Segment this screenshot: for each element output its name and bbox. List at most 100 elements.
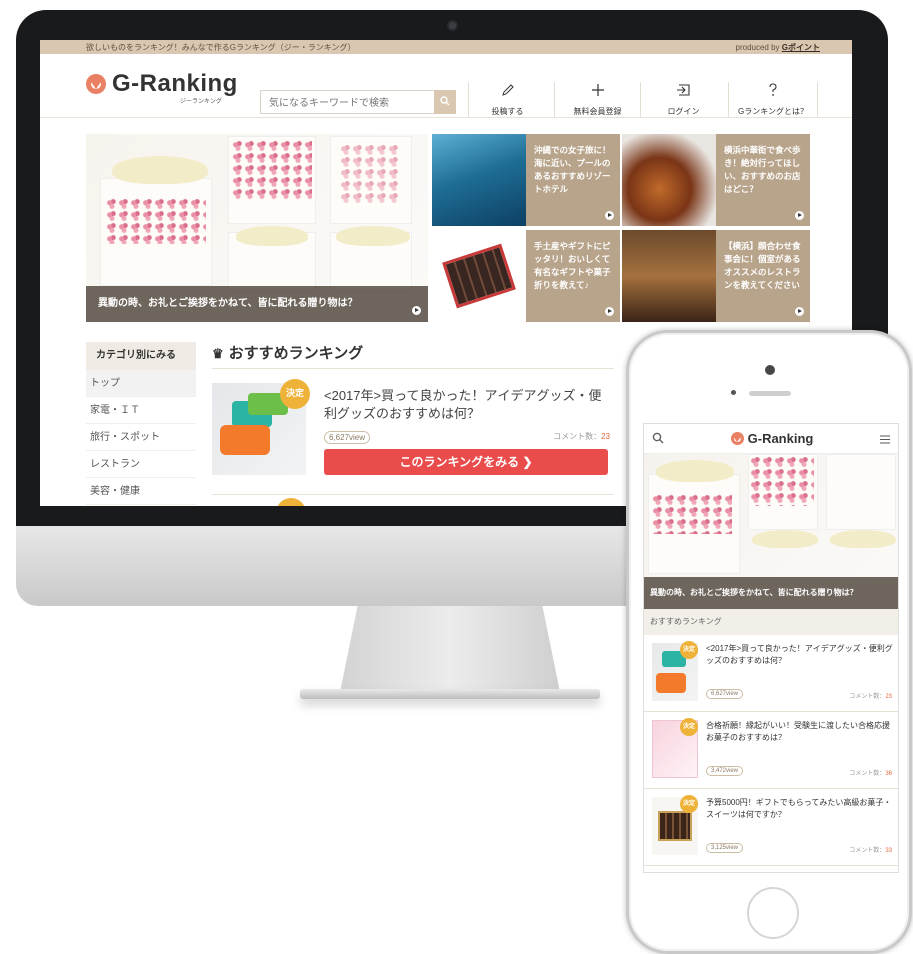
nav-login[interactable]: ログイン xyxy=(640,82,726,117)
comment-label: コメント数： xyxy=(849,694,886,700)
ribbon-decoration xyxy=(336,226,410,246)
produced-by: produced by Gポイント xyxy=(736,42,821,53)
chocolate-box-image xyxy=(442,243,516,309)
monitor-stand-base xyxy=(300,689,600,699)
ribbon-decoration xyxy=(112,156,208,184)
site-logo[interactable]: G-Ranking xyxy=(86,70,238,98)
search-input[interactable] xyxy=(261,92,433,115)
item-title[interactable]: <2017年>買って良かった！アイデアグッズ・便利グッズのおすすめは何？ xyxy=(324,387,614,423)
hero-tile-text: 沖縄での女子旅に！海に近い、プールのあるおすすめリゾートホテル xyxy=(526,134,620,226)
gadget-image xyxy=(220,425,270,455)
category-item-electronics[interactable]: 家電・ＩＴ xyxy=(86,397,196,424)
ribbon-decoration xyxy=(236,226,308,246)
phone-camera xyxy=(765,365,775,375)
mobile-ranking-item[interactable]: 決定 予算5000円！ギフトでもらってみたい高級お菓子・スイーツは何ですか？ 3… xyxy=(644,789,898,866)
nav-register-label: 無料会員登録 xyxy=(573,107,622,116)
logo-mark-icon xyxy=(730,432,744,445)
decided-badge: 決定 xyxy=(680,641,698,659)
ranking-item[interactable]: 決定 <2017年>買って良かった！アイデアグッズ・便利グッズのおすすめは何？ … xyxy=(212,379,614,487)
decided-badge: 決定 xyxy=(280,379,310,409)
site-header: G-Ranking ジーランキング 投稿する 無料会員登録 xyxy=(40,54,852,118)
next-badge xyxy=(276,498,306,506)
nav-post[interactable]: 投稿する xyxy=(468,82,546,117)
mobile-logo-text: G-Ranking xyxy=(747,431,814,446)
blossom-decoration xyxy=(106,198,206,244)
mobile-hero[interactable]: 異動の時、お礼とご挨拶をかねて、皆に配れる贈り物は？ xyxy=(644,454,898,609)
item-title[interactable]: 予算5000円！ギフトでもらってみたい高級お菓子・スイーツは何ですか？ xyxy=(706,797,896,821)
category-item-beauty[interactable]: 美容・健康 xyxy=(86,478,196,505)
blossom-decoration xyxy=(652,494,732,534)
category-heading: カテゴリ別にみる xyxy=(86,342,196,370)
arrow-icon xyxy=(412,306,421,315)
mobile-header: G-Ranking xyxy=(644,424,898,454)
nav-post-label: 投稿する xyxy=(491,107,524,116)
view-count: 6,627view xyxy=(706,689,744,699)
logo-mark-icon xyxy=(86,74,106,94)
category-item-travel[interactable]: 旅行・スポット xyxy=(86,424,196,451)
arrow-icon xyxy=(605,307,614,316)
hero-tile-1[interactable]: 沖縄での女子旅に！海に近い、プールのあるおすすめリゾートホテル xyxy=(432,134,620,226)
blossom-decoration xyxy=(750,456,814,506)
hero-main[interactable]: 異動の時、お礼とご挨拶をかねて、皆に配れる贈り物は？ xyxy=(86,134,428,322)
comment-count: コメント数：36 xyxy=(849,768,892,777)
gift-sweets-image xyxy=(432,230,526,322)
decided-badge: 決定 xyxy=(680,795,698,813)
item-title[interactable]: <2017年>買って良かった！アイデアグッズ・便利グッズのおすすめは何？ xyxy=(706,643,896,667)
blossom-decoration xyxy=(340,144,400,204)
restaurant-room-image xyxy=(622,230,716,322)
mobile-hero-caption: 異動の時、お礼とご挨拶をかねて、皆に配れる贈り物は？ xyxy=(644,577,898,609)
category-sidebar: カテゴリ別にみる トップ 家電・ＩＴ 旅行・スポット レストラン 美容・健康 xyxy=(86,342,196,505)
category-item-restaurant[interactable]: レストラン xyxy=(86,451,196,478)
crown-icon: ♛ xyxy=(212,346,224,361)
ranking-heading: ♛ おすすめランキング xyxy=(212,342,614,369)
mobile-screen: G-Ranking 異動の時、お礼とご挨拶をかねて、皆に配れる贈り物は？ おすす… xyxy=(643,423,899,873)
hero-tile-3[interactable]: 手土産やギフトにピッタリ！おいしくて有名なギフトや菓子折りを教えて♪ xyxy=(432,230,620,322)
comment-count: コメント数：23 xyxy=(553,431,610,442)
phone-sensor xyxy=(731,390,736,395)
comment-count: コメント数：33 xyxy=(849,845,892,854)
nav-about[interactable]: Gランキングとは？ xyxy=(728,82,818,117)
hero-tile-4[interactable]: 【横浜】顔合わせ食事会に！個室があるオススメのレストランを教えてください xyxy=(622,230,810,322)
hero-caption-text: 異動の時、お礼とご挨拶をかねて、皆に配れる贈り物は？ xyxy=(98,298,358,309)
gpoint-link[interactable]: Gポイント xyxy=(782,43,820,52)
comment-label: コメント数： xyxy=(553,432,602,441)
view-ranking-button[interactable]: このランキングをみる ❯ xyxy=(324,449,608,475)
nav-register[interactable]: 無料会員登録 xyxy=(554,82,640,117)
comment-number: 23 xyxy=(885,694,892,700)
hero-tile-text: 【横浜】顔合わせ食事会に！個室があるオススメのレストランを教えてください xyxy=(716,230,810,322)
smartphone: G-Ranking 異動の時、お礼とご挨拶をかねて、皆に配れる贈り物は？ おすす… xyxy=(626,330,912,954)
logo-text: G-Ranking xyxy=(112,70,238,97)
monitor-stand-neck xyxy=(340,606,560,692)
mobile-logo[interactable]: G-Ranking xyxy=(730,431,814,446)
comment-label: コメント数： xyxy=(849,848,886,854)
menu-icon[interactable] xyxy=(879,429,890,448)
question-icon xyxy=(765,82,781,102)
tagline: 欲しいものをランキング！みんなで作るGランキング（ジー・ランキング） xyxy=(86,42,356,52)
recommended-ranking: ♛ おすすめランキング 決定 <2017年>買って良かった！アイデアグッズ・便利グ… xyxy=(212,342,614,487)
view-count: 6,627view xyxy=(324,431,371,444)
nav-login-label: ログイン xyxy=(667,107,700,116)
comment-label: コメント数： xyxy=(849,771,886,777)
top-bar: 欲しいものをランキング！みんなで作るGランキング（ジー・ランキング） produ… xyxy=(40,40,852,54)
mobile-ranking-item[interactable]: 決定 合格祈願！縁起がいい！受験生に渡したい合格応援お菓子のおすすめは？ 3,4… xyxy=(644,712,898,789)
hero-tile-2[interactable]: 横浜中華街で食べ歩き！絶対行ってほしい、おすすめのお店はどこ？ xyxy=(622,134,810,226)
item-title[interactable]: 合格祈願！縁起がいい！受験生に渡したい合格応援お菓子のおすすめは？ xyxy=(706,720,896,744)
home-button[interactable] xyxy=(747,887,799,939)
search-icon[interactable] xyxy=(434,90,456,114)
category-item-top[interactable]: トップ xyxy=(86,370,196,397)
gadget-image xyxy=(656,673,686,693)
search-box xyxy=(260,90,456,115)
arrow-icon xyxy=(605,211,614,220)
comment-count: コメント数：23 xyxy=(849,691,892,700)
tile-3-text: 手土産やギフトにピッタリ！おいしくて有名なギフトや菓子折りを教えて♪ xyxy=(534,241,611,290)
ribbon-decoration xyxy=(656,460,734,482)
mockup-stage: 欲しいものをランキング！みんなで作るGランキング（ジー・ランキング） produ… xyxy=(0,0,913,954)
mobile-ranking-item[interactable]: 決定 <2017年>買って良かった！アイデアグッズ・便利グッズのおすすめは何？ … xyxy=(644,635,898,712)
search-icon[interactable] xyxy=(652,429,664,448)
comment-number: 36 xyxy=(885,771,892,777)
hero-caption: 異動の時、お礼とご挨拶をかねて、皆に配れる贈り物は？ xyxy=(86,286,428,322)
tile-1-text: 沖縄での女子旅に！海に近い、プールのあるおすすめリゾートホテル xyxy=(534,145,611,194)
item-divider xyxy=(212,494,614,495)
login-icon xyxy=(676,82,692,102)
comment-number: 33 xyxy=(885,848,892,854)
